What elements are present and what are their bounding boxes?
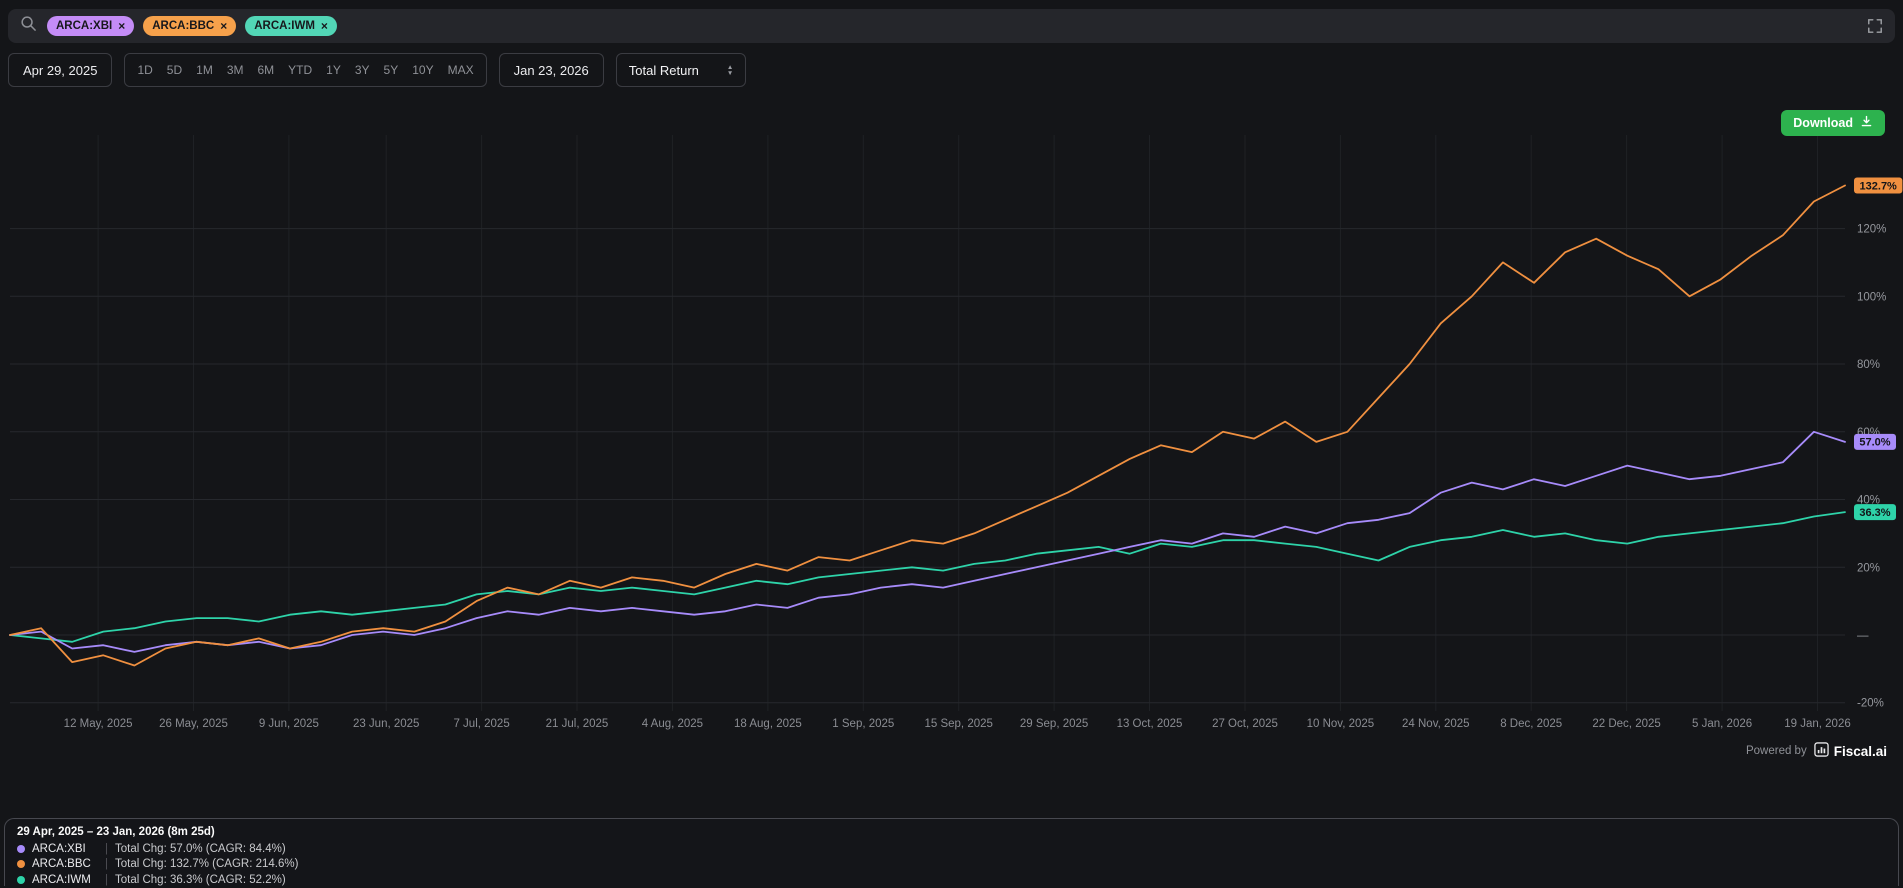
chart-legend: 29 Apr, 2025 – 23 Jan, 2026 (8m 25d) ARC… — [4, 818, 1899, 886]
svg-text:22 Dec, 2025: 22 Dec, 2025 — [1592, 718, 1660, 730]
ticker-chip-label: ARCA:XBI — [56, 20, 113, 32]
download-button[interactable]: Download — [1781, 110, 1885, 136]
svg-text:8 Dec, 2025: 8 Dec, 2025 — [1500, 718, 1562, 730]
ticker-search-bar[interactable]: ARCA:XBI × ARCA:BBC × ARCA:IWM × — [8, 9, 1895, 43]
download-label: Download — [1793, 116, 1853, 130]
range-button-10y[interactable]: 10Y — [405, 54, 440, 86]
svg-text:120%: 120% — [1857, 224, 1886, 236]
chip-close-icon[interactable]: × — [118, 20, 125, 32]
legend-detail: Total Chg: 132.7% (CAGR: 214.6%) — [115, 858, 299, 871]
svg-text:100%: 100% — [1857, 291, 1886, 303]
svg-text:10 Nov, 2025: 10 Nov, 2025 — [1307, 718, 1375, 730]
powered-by: Powered by Fiscal.ai — [1746, 742, 1887, 760]
svg-text:36.3%: 36.3% — [1859, 507, 1890, 519]
svg-text:21 Jul, 2025: 21 Jul, 2025 — [546, 718, 609, 730]
svg-text:13 Oct, 2025: 13 Oct, 2025 — [1117, 718, 1183, 730]
svg-text:57.0%: 57.0% — [1859, 437, 1890, 449]
svg-text:12 May, 2025: 12 May, 2025 — [64, 718, 133, 730]
range-button-3y[interactable]: 3Y — [348, 54, 377, 86]
svg-text:15 Sep, 2025: 15 Sep, 2025 — [924, 718, 992, 730]
svg-text:7 Jul, 2025: 7 Jul, 2025 — [453, 718, 509, 730]
powered-by-label: Powered by — [1745, 745, 1807, 757]
svg-text:4 Aug, 2025: 4 Aug, 2025 — [642, 718, 703, 730]
svg-text:5 Jan, 2026: 5 Jan, 2026 — [1692, 718, 1752, 730]
svg-text:20%: 20% — [1857, 562, 1880, 574]
search-icon[interactable] — [20, 15, 37, 37]
fiscal-ai-logo-icon — [1813, 742, 1829, 760]
range-button-group: 1D 5D 1M 3M 6M YTD 1Y 3Y 5Y 10Y MAX — [124, 53, 487, 87]
svg-text:19 Jan, 2026: 19 Jan, 2026 — [1784, 718, 1851, 730]
chart-controls: Apr 29, 2025 1D 5D 1M 3M 6M YTD 1Y 3Y 5Y 10Y MAX J… — [8, 53, 747, 87]
legend-date-range: 29 Apr, 2025 – 23 Jan, 2026 (8m 25d) — [17, 826, 215, 838]
legend-detail: Total Chg: 57.0% (CAGR: 84.4%) — [115, 842, 286, 855]
range-button-1m[interactable]: 1M — [189, 54, 220, 86]
range-button-5d[interactable]: 5D — [160, 54, 189, 86]
legend-ticker: ARCA:XBI — [32, 842, 86, 855]
ticker-chip-arca-bbc[interactable]: ARCA:BBC × — [143, 16, 237, 36]
svg-text:29 Sep, 2025: 29 Sep, 2025 — [1020, 718, 1088, 730]
svg-text:23 Jun, 2025: 23 Jun, 2025 — [353, 718, 420, 730]
download-icon — [1860, 115, 1873, 131]
select-chevrons-icon: ▲ ▼ — [726, 63, 734, 77]
svg-text:27 Oct, 2025: 27 Oct, 2025 — [1212, 718, 1278, 730]
legend-divider: | — [105, 858, 108, 871]
ticker-chip-arca-iwm[interactable]: ARCA:IWM × — [245, 16, 337, 36]
legend-color-dot — [17, 860, 25, 869]
ticker-chip-list: ARCA:XBI × ARCA:BBC × ARCA:IWM × — [47, 16, 337, 36]
svg-text:26 May, 2025: 26 May, 2025 — [159, 718, 228, 730]
svg-text:132.7%: 132.7% — [1860, 180, 1898, 192]
fiscal-ai-brand-label: Fiscal.ai — [1833, 743, 1887, 759]
metric-select-value: Total Return — [628, 62, 699, 78]
svg-text:18 Aug, 2025: 18 Aug, 2025 — [734, 718, 802, 730]
svg-text:1 Sep, 2025: 1 Sep, 2025 — [832, 718, 894, 730]
legend-rows: ARCA:XBI | Total Chg: 57.0% (CAGR: 84.4%) A… — [17, 841, 1886, 888]
svg-text:-20%: -20% — [1857, 698, 1884, 710]
legend-row-arca-bbc: ARCA:BBC | Total Chg: 132.7% (CAGR: 214.6%… — [17, 857, 1886, 873]
chip-close-icon[interactable]: × — [220, 20, 227, 32]
legend-color-dot — [17, 844, 25, 853]
legend-row-arca-xbi: ARCA:XBI | Total Chg: 57.0% (CAGR: 84.4%) — [17, 841, 1886, 857]
end-date-input[interactable]: Jan 23, 2026 — [498, 53, 604, 87]
legend-row-arca-iwm: ARCA:IWM | Total Chg: 36.3% (CAGR: 52.2%) — [17, 872, 1886, 888]
fullscreen-icon[interactable] — [1867, 18, 1883, 34]
range-button-6m[interactable]: 6M — [250, 54, 281, 86]
legend-detail: Total Chg: 36.3% (CAGR: 52.2%) — [115, 873, 286, 886]
legend-divider: | — [105, 873, 108, 886]
legend-ticker: ARCA:IWM — [32, 873, 91, 886]
chip-close-icon[interactable]: × — [321, 20, 328, 32]
price-chart[interactable]: -20% —20% 40% 60% 80% 100% 120% 12 May, 2025 26 … — [0, 95, 1903, 745]
range-button-5y[interactable]: 5Y — [377, 54, 406, 86]
range-button-1d[interactable]: 1D — [130, 54, 159, 86]
ticker-chip-label: ARCA:IWM — [254, 20, 315, 32]
ticker-chip-label: ARCA:BBC — [152, 20, 215, 32]
fiscal-ai-brand[interactable]: Fiscal.ai — [1813, 742, 1887, 760]
range-button-3m[interactable]: 3M — [220, 54, 251, 86]
range-button-1y[interactable]: 1Y — [319, 54, 348, 86]
svg-text:—: — — [1857, 630, 1869, 642]
metric-select[interactable]: Total Return ▲ ▼ — [615, 53, 747, 87]
svg-text:24 Nov, 2025: 24 Nov, 2025 — [1402, 718, 1470, 730]
svg-text:9 Jun, 2025: 9 Jun, 2025 — [259, 718, 319, 730]
svg-text:80%: 80% — [1857, 359, 1880, 371]
legend-ticker: ARCA:BBC — [32, 858, 91, 871]
range-button-ytd[interactable]: YTD — [281, 54, 319, 86]
start-date-input[interactable]: Apr 29, 2025 — [8, 53, 113, 87]
legend-divider: | — [105, 842, 108, 855]
ticker-chip-arca-xbi[interactable]: ARCA:XBI × — [47, 16, 135, 36]
legend-color-dot — [17, 875, 25, 884]
range-button-max[interactable]: MAX — [441, 54, 481, 86]
